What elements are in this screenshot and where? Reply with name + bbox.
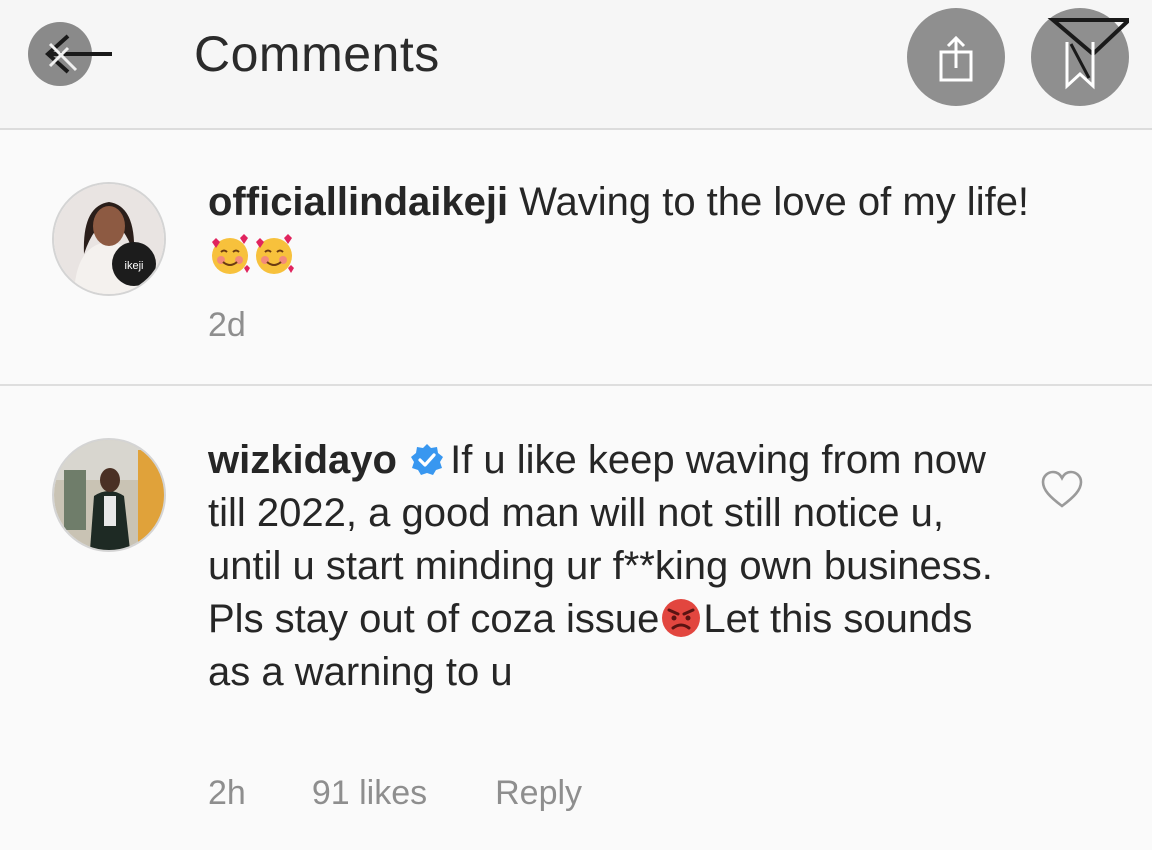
avatar-photo-icon: [54, 440, 164, 550]
bookmark-icon: [1047, 18, 1129, 90]
username[interactable]: officiallindaikeji: [208, 180, 508, 224]
comment-item: wizkidayo If u like keep waving from now…: [0, 386, 1152, 850]
comment-item: ikeji officiallindaikeji Waving to the l…: [0, 130, 1152, 386]
comment-text: wizkidayo If u like keep waving from now…: [208, 434, 1008, 699]
reply-button[interactable]: Reply: [495, 774, 582, 813]
comment-meta: 2d: [208, 306, 246, 345]
comment-text: officiallindaikeji Waving to the love of…: [208, 176, 1048, 282]
avatar-badge-text: ikeji: [125, 260, 144, 272]
comment-meta: 2h 91 likes Reply: [208, 774, 582, 813]
share-icon: [939, 35, 973, 82]
back-arrow-icon: [45, 34, 112, 74]
comment-message: Waving to the love of my life!: [519, 180, 1030, 224]
username[interactable]: wizkidayo: [208, 438, 397, 482]
bookmark-button[interactable]: [1031, 8, 1129, 106]
avatar-photo-icon: ikeji: [54, 184, 164, 294]
page-title: Comments: [194, 26, 440, 82]
comments-screen: Comments ikeji officiallindaikeji Waving…: [0, 0, 1152, 850]
back-button[interactable]: [28, 22, 112, 86]
verified-badge-icon: [411, 444, 444, 475]
likes-count[interactable]: 91 likes: [312, 774, 427, 813]
share-button[interactable]: [907, 8, 1005, 106]
angry-face-emoji-icon: [662, 599, 701, 637]
header-bar: Comments: [0, 0, 1152, 130]
like-heart-icon[interactable]: [1040, 470, 1084, 510]
comment-time: 2d: [208, 306, 246, 344]
avatar[interactable]: [52, 438, 166, 552]
comment-time: 2h: [208, 774, 246, 812]
avatar[interactable]: ikeji: [52, 182, 166, 296]
smiling-face-with-hearts-emoji-icon: [256, 234, 294, 274]
smiling-face-with-hearts-emoji-icon: [212, 234, 250, 274]
